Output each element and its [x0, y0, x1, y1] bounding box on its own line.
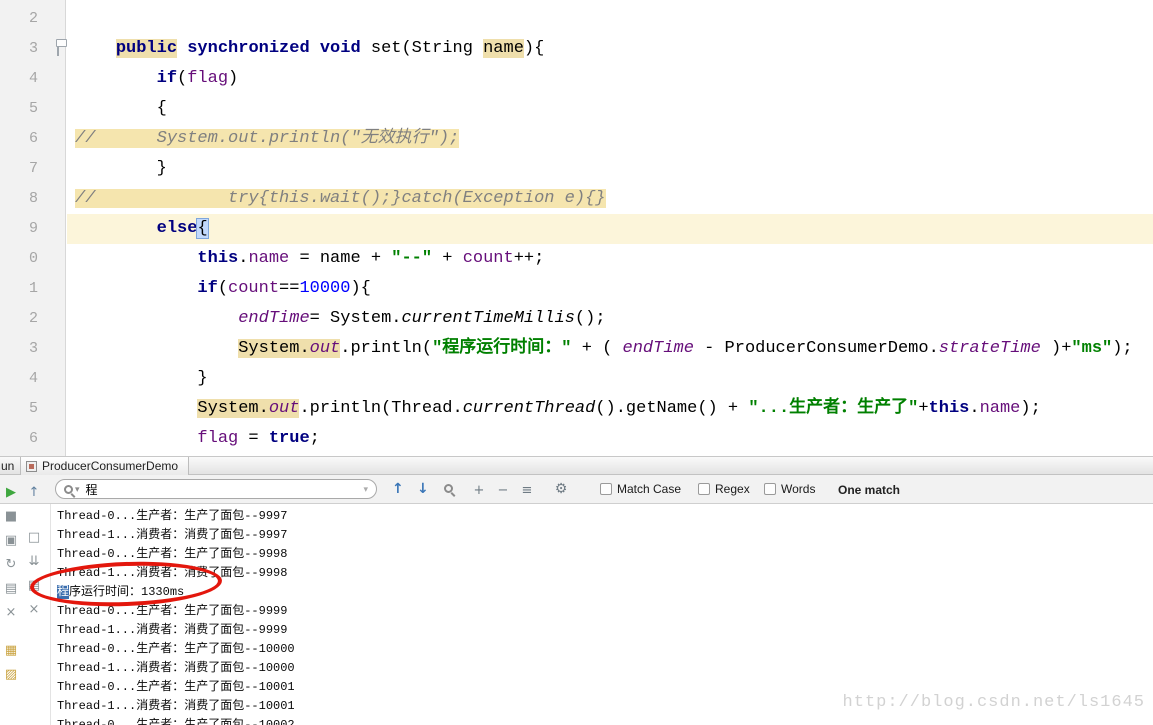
code-line: public synchronized void set(String name…: [115, 39, 545, 58]
code-line: endTime= System.currentTimeMillis();: [238, 309, 606, 328]
search-icon: [64, 484, 73, 494]
code-line: flag = true;: [197, 429, 320, 448]
regex-checkbox-box: [698, 483, 710, 495]
code-line: {: [75, 99, 167, 118]
find-in-selection-icon[interactable]: [444, 484, 453, 493]
console-line: Thread-1...消费者：消费了面包--9999: [57, 623, 288, 637]
close-button[interactable]: ×: [2, 604, 20, 622]
run-window-title: un: [1, 459, 15, 473]
words-checkbox[interactable]: Words: [764, 482, 815, 496]
line-number: 8: [29, 190, 39, 207]
line-number: 6: [29, 430, 39, 447]
clear-all-button[interactable]: ×: [25, 601, 43, 619]
line-number: 9: [29, 220, 39, 237]
next-occurrence-button[interactable]: ↓: [417, 481, 429, 497]
line-number: 5: [29, 400, 39, 417]
code-line: // try{this.wait();}catch(Exception e){}: [75, 189, 606, 208]
tab-producerconsumerdemo[interactable]: ProducerConsumerDemo: [20, 457, 190, 475]
filter-lines-icon[interactable]: ≡: [516, 480, 538, 499]
line-number: 5: [29, 100, 39, 117]
words-checkbox-box: [764, 483, 776, 495]
history-button[interactable]: ↻: [2, 556, 20, 574]
run-tab-bar: un ProducerConsumerDemo: [0, 456, 1153, 475]
flag-pole: [57, 47, 59, 56]
editor-gutter[interactable]: 234567890123456: [0, 0, 67, 456]
ide-window: 234567890123456 public synchronized void…: [0, 0, 1153, 725]
console-line: Thread-0...生产者：生产了面包--9999: [57, 604, 288, 618]
code-line: else{: [67, 214, 1153, 244]
code-line: }: [75, 159, 167, 178]
line-number: 1: [29, 280, 39, 297]
soft-wrap-button[interactable]: □: [25, 529, 43, 547]
console-output[interactable]: Thread-0...生产者：生产了面包--9997 Thread-1...消费者…: [50, 504, 1153, 725]
code-line: System.out.println("程序运行时间：" + ( endTime…: [238, 339, 1133, 358]
console-line: Thread-1...消费者：消费了面包--10001: [57, 699, 295, 713]
console-search-toolbar: ▾ 程 ▾ ↑ ↓ + − ≡ ⚙ Match Case Regex Words: [0, 475, 1153, 504]
flag-cloth: [56, 39, 67, 47]
line-number: 2: [29, 310, 39, 327]
run-tool-window: un ProducerConsumerDemo ▾ 程 ▾ ↑ ↓ + − ≡ …: [0, 456, 1153, 725]
line-number: 7: [29, 160, 39, 177]
console-line: Thread-0...生产者：生产了面包--9998: [57, 547, 288, 561]
line-number: 2: [29, 10, 39, 27]
console-tab-icon: [26, 460, 37, 472]
code-line: // System.out.println("无效执行");: [75, 129, 460, 148]
console-line: Thread-0...生产者：生产了面包--10000: [57, 642, 295, 656]
event-log-button[interactable]: ▦: [2, 642, 20, 660]
code-area[interactable]: public synchronized void set(String name…: [67, 4, 1153, 454]
previous-occurrence-button[interactable]: ↑: [392, 481, 404, 497]
line-number: 4: [29, 70, 39, 87]
console-line: Thread-0...生产者：生产了面包--10002: [57, 718, 295, 725]
console-line: Thread-0...生产者：生产了面包--10001: [57, 680, 295, 694]
rerun-button[interactable]: ▶: [2, 484, 20, 502]
match-case-checkbox[interactable]: Match Case: [600, 482, 681, 496]
code-editor[interactable]: 234567890123456 public synchronized void…: [0, 0, 1153, 456]
tab-label: ProducerConsumerDemo: [42, 459, 179, 473]
console-line: Thread-1...消费者：消费了面包--9998: [57, 566, 288, 580]
print-button[interactable]: ▤: [25, 577, 43, 595]
code-line: if(count==10000){: [197, 279, 371, 298]
navigate-up-button[interactable]: ↑: [25, 484, 43, 502]
line-number: 4: [29, 370, 39, 387]
search-settings-gear-icon[interactable]: ⚙: [550, 480, 572, 499]
notifications-button[interactable]: ▨: [2, 666, 20, 684]
console-line: Thread-0...生产者：生产了面包--9997: [57, 509, 288, 523]
exclude-filter-icon[interactable]: −: [492, 480, 514, 499]
gutter-numbers: 234567890123456: [0, 4, 65, 454]
code-line: }: [75, 369, 208, 388]
regex-checkbox[interactable]: Regex: [698, 482, 750, 496]
pin-tab-button[interactable]: ▤: [2, 580, 20, 598]
line-number: 0: [29, 250, 39, 267]
match-case-label: Match Case: [617, 482, 682, 496]
words-label: Words: [781, 482, 816, 496]
console-line: Thread-1...消费者：消费了面包--9997: [57, 528, 288, 542]
search-field-chevron-icon[interactable]: ▾: [363, 484, 368, 495]
match-case-checkbox-box: [600, 483, 612, 495]
regex-label: Regex: [715, 482, 750, 496]
console-line: Thread-1...消费者：消费了面包--10000: [57, 661, 295, 675]
code-line: System.out.println(Thread.currentThread(…: [197, 399, 1041, 418]
add-filter-icon[interactable]: +: [468, 480, 490, 499]
stop-button[interactable]: ■: [2, 508, 20, 526]
code-line: this.name = name + "--" + count++;: [197, 249, 545, 268]
search-input[interactable]: ▾ 程 ▾: [55, 479, 377, 499]
match-count-status: One match: [838, 483, 901, 497]
search-query-text: 程: [85, 482, 98, 497]
code-line: if(flag): [156, 69, 239, 88]
line-number: 6: [29, 130, 39, 147]
console-line: 程序运行时间：1330ms: [57, 585, 185, 599]
run-panel-body: Thread-0...生产者：生产了面包--9997 Thread-1...消费者…: [0, 504, 1153, 725]
line-number: 3: [29, 340, 39, 357]
restore-layout-button[interactable]: ▣: [2, 532, 20, 550]
search-history-chevron-icon[interactable]: ▾: [75, 484, 80, 495]
scroll-to-end-button[interactable]: ⇊: [25, 553, 43, 571]
